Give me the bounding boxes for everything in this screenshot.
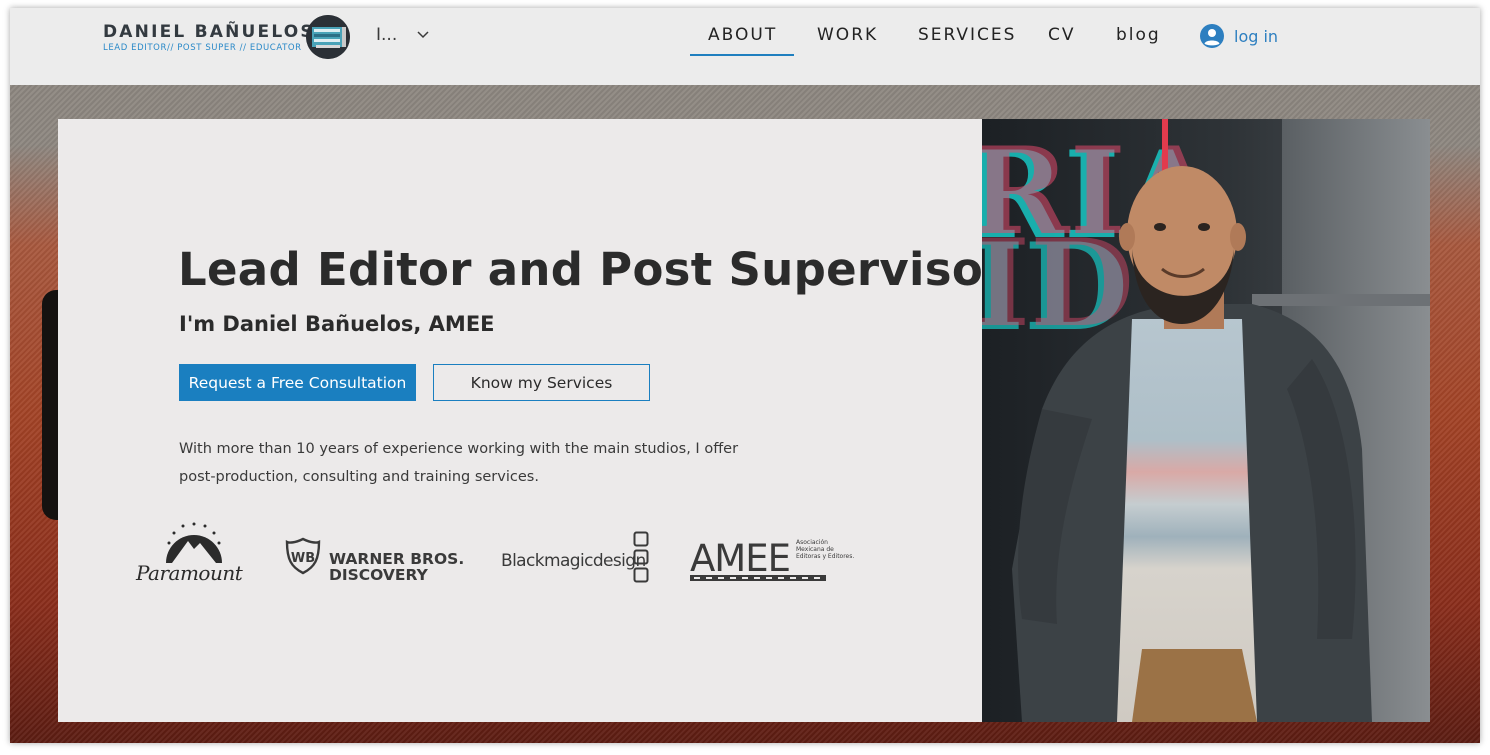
nav-services[interactable]: SERVICES (918, 25, 1016, 45)
amee-filmstrip-icon (690, 575, 826, 581)
nav-active-indicator (690, 54, 794, 56)
hero-subtitle: I'm Daniel Bañuelos, AMEE (179, 312, 495, 336)
login-button[interactable]: log in (1200, 24, 1278, 48)
warner-wordmark: WARNER BROS. DISCOVERY (329, 551, 464, 583)
profile-photo: RIA RIA ID ID (982, 119, 1430, 722)
request-consultation-button[interactable]: Request a Free Consultation (179, 364, 416, 401)
blackmagic-wordmark: Blackmagicdesign (501, 551, 646, 571)
brand[interactable]: DANIEL BAÑUELOS LEAD EDITOR// POST SUPER… (103, 22, 315, 53)
svg-text:WB: WB (291, 551, 315, 566)
wb-shield-icon: WB (285, 537, 321, 575)
warner-bros-discovery-logo: WB WARNER BROS. DISCOVERY (285, 537, 475, 583)
login-label: log in (1234, 26, 1279, 46)
blackmagic-logo: Blackmagicdesign (501, 531, 661, 583)
brand-logo-icon[interactable] (306, 15, 350, 59)
brand-name: DANIEL BAÑUELOS (103, 22, 315, 42)
hero-description: With more than 10 years of experience wo… (179, 441, 739, 485)
nav-about[interactable]: ABOUT (708, 25, 777, 45)
know-services-button[interactable]: Know my Services (433, 364, 650, 401)
nav-work[interactable]: WORK (817, 25, 878, 45)
warner-line-2: DISCOVERY (329, 566, 428, 584)
blackmagic-squares-icon (633, 531, 649, 583)
site-header: DANIEL BAÑUELOS LEAD EDITOR// POST SUPER… (10, 8, 1480, 85)
browser-frame: DANIEL BAÑUELOS LEAD EDITOR// POST SUPER… (10, 8, 1480, 743)
nav-cv[interactable]: CV (1048, 25, 1076, 45)
nav-blog[interactable]: blog (1116, 25, 1161, 45)
chevron-down-icon (417, 31, 429, 39)
amee-fullname: Asociación Mexicana de Editoras y Editor… (796, 539, 855, 560)
amee-wordmark: AMEE (690, 537, 791, 580)
hero-card: Lead Editor and Post Supervisor I'm Dani… (58, 119, 1005, 722)
hero-title: Lead Editor and Post Supervisor (178, 243, 1006, 296)
paramount-wordmark: Paramount (136, 561, 243, 585)
paramount-logo: Paramount (136, 519, 246, 594)
language-label: I... (376, 25, 398, 45)
amee-logo: AMEE Asociación Mexicana de Editoras y E… (690, 531, 854, 583)
user-avatar-icon (1200, 24, 1224, 48)
language-selector[interactable]: I... (376, 25, 429, 45)
warner-line-1: WARNER BROS. (329, 550, 465, 568)
brand-tagline: LEAD EDITOR// POST SUPER // EDUCATOR (103, 43, 302, 53)
